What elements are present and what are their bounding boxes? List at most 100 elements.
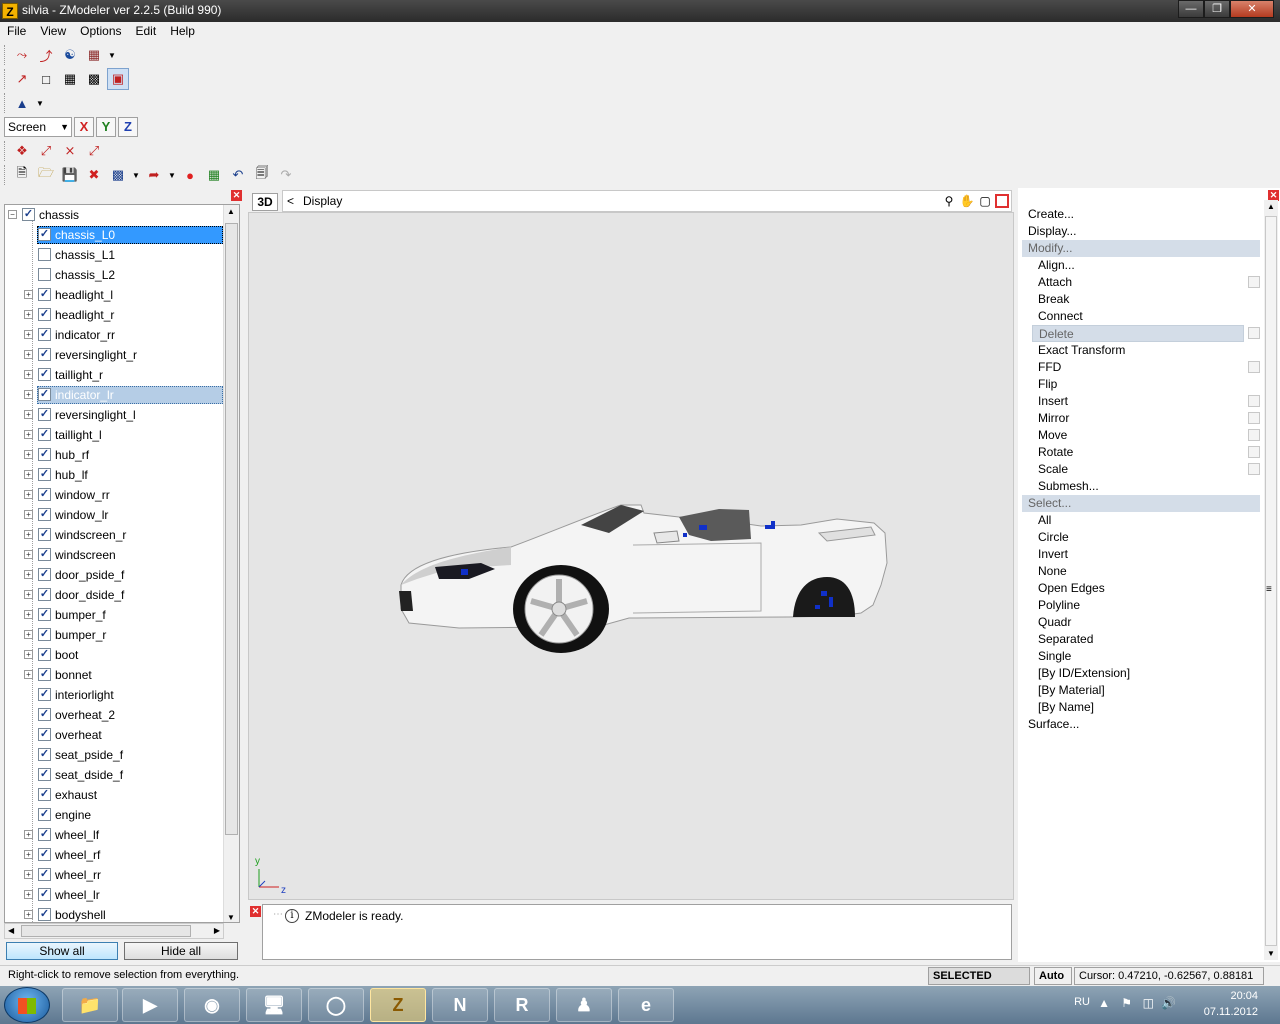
options-box-icon[interactable] (1248, 429, 1260, 441)
menu-modify[interactable]: Modify... (1022, 240, 1260, 257)
options-box-icon[interactable] (1248, 463, 1260, 475)
modify-item[interactable]: Move (1032, 427, 1244, 444)
tree-row[interactable]: + ✓ wheel_rf (5, 845, 225, 865)
rockstar-icon[interactable]: R (494, 988, 550, 1022)
expand-icon[interactable]: + (24, 450, 33, 459)
tree-row[interactable]: ✓ overheat (5, 725, 225, 745)
notes-icon[interactable]: 🗐 (251, 164, 273, 186)
tree-row[interactable]: ✓ chassis_L0 (5, 225, 225, 245)
scroll-down-icon[interactable]: ▼ (227, 913, 235, 922)
options-box-icon[interactable] (1248, 327, 1260, 339)
object-mode-icon[interactable]: ▩ (83, 68, 105, 90)
select-item[interactable]: All (1032, 512, 1244, 529)
select-item[interactable]: [By Name] (1032, 699, 1244, 716)
visibility-checkbox[interactable]: ✓ (38, 408, 51, 421)
visibility-checkbox[interactable]: ✓ (38, 708, 51, 721)
modify-item[interactable]: Submesh... (1032, 478, 1244, 495)
dropdown-arrow-icon[interactable]: ▼ (35, 92, 45, 114)
toolbar-grip[interactable] (4, 69, 7, 89)
maximize-button[interactable]: ❐ (1204, 0, 1230, 18)
zmodeler-app-icon[interactable]: Z (2, 3, 18, 19)
show-all-button[interactable]: Show all (6, 942, 118, 960)
game-icon[interactable]: ♟ (556, 988, 612, 1022)
visibility-checkbox[interactable]: ✓ (38, 568, 51, 581)
vertex-mode-icon[interactable]: ↗ (11, 68, 33, 90)
close-icon[interactable]: ✕ (250, 906, 261, 917)
tree-row[interactable]: + ✓ window_lr (5, 505, 225, 525)
expand-icon[interactable]: + (24, 650, 33, 659)
expand-icon[interactable]: + (24, 590, 33, 599)
visibility-checkbox[interactable]: ✓ (38, 668, 51, 681)
tree-row[interactable]: + ✓ wheel_lf (5, 825, 225, 845)
modify-item[interactable]: Rotate (1032, 444, 1244, 461)
modify-item[interactable]: Scale (1032, 461, 1244, 478)
tree-row[interactable]: + ✓ reversinglight_r (5, 345, 225, 365)
minimize-button[interactable]: — (1178, 0, 1204, 18)
tree-row[interactable]: ✓ engine (5, 805, 225, 825)
car-model[interactable] (249, 213, 1015, 901)
select-item[interactable]: Open Edges (1032, 580, 1244, 597)
modify-item[interactable]: Break (1032, 291, 1244, 308)
expand-icon[interactable]: + (24, 370, 33, 379)
expand-icon[interactable]: + (24, 630, 33, 639)
command-scrollbar[interactable]: ▲ ≡ ▼ (1264, 200, 1278, 960)
tree-row[interactable]: + ✓ indicator_lr (5, 385, 225, 405)
toolbar-grip[interactable] (4, 93, 7, 113)
pan-hand-icon[interactable]: ✋ (959, 193, 975, 209)
expand-icon[interactable]: + (24, 830, 33, 839)
expand-icon[interactable]: + (24, 490, 33, 499)
expand-icon[interactable]: + (24, 870, 33, 879)
visibility-checkbox[interactable]: ✓ (22, 208, 35, 221)
expand-icon[interactable]: + (24, 530, 33, 539)
maximize-viewport-icon[interactable] (995, 194, 1009, 208)
menu-select[interactable]: Select... (1022, 495, 1260, 512)
tree-row[interactable]: ✓ seat_pside_f (5, 745, 225, 765)
modify-item[interactable]: FFD (1032, 359, 1244, 376)
redo-icon[interactable]: ↷ (275, 164, 297, 186)
volume-icon[interactable]: 🔊 (1161, 996, 1176, 1010)
tree-row[interactable]: ✓ overheat_2 (5, 705, 225, 725)
modify-item[interactable]: Attach (1032, 274, 1244, 291)
select-item[interactable]: Invert (1032, 546, 1244, 563)
visibility-checkbox[interactable]: ✓ (38, 348, 51, 361)
expand-icon[interactable]: + (24, 430, 33, 439)
visibility-checkbox[interactable]: ✓ (38, 908, 51, 921)
dropdown-arrow-icon[interactable]: ▼ (107, 44, 117, 66)
start-button[interactable] (4, 987, 50, 1023)
menu-display[interactable]: Display... (1022, 223, 1260, 240)
expand-icon[interactable]: + (24, 330, 33, 339)
fit-view-icon[interactable]: ▢ (977, 193, 993, 209)
open-folder-icon[interactable]: 🗁 (35, 164, 57, 186)
scroll-thumb[interactable] (225, 223, 238, 835)
expand-icon[interactable]: + (24, 510, 33, 519)
visibility-checkbox[interactable]: ✓ (38, 468, 51, 481)
visibility-checkbox[interactable]: ✓ (38, 888, 51, 901)
modify-item[interactable]: Exact Transform (1032, 342, 1244, 359)
new-file-icon[interactable]: 🗎 (11, 164, 33, 186)
clock-date[interactable]: 07.11.2012 (1204, 1006, 1258, 1018)
scroll-right-icon[interactable]: ▶ (214, 926, 220, 935)
visibility-checkbox[interactable]: ✓ (38, 368, 51, 381)
visibility-checkbox[interactable]: ✓ (38, 688, 51, 701)
expand-icon[interactable]: + (24, 610, 33, 619)
group-icon[interactable]: ▦ (83, 44, 105, 66)
back-button[interactable]: < (287, 194, 294, 208)
expand-icon[interactable]: + (24, 310, 33, 319)
visibility-checkbox[interactable]: ✓ (38, 428, 51, 441)
modify-item[interactable]: Insert (1032, 393, 1244, 410)
select-item[interactable]: None (1032, 563, 1244, 580)
expand-icon[interactable]: + (24, 570, 33, 579)
chrome-icon[interactable]: ◉ (184, 988, 240, 1022)
media-player-icon[interactable]: ▶ (122, 988, 178, 1022)
visibility-checkbox[interactable]: ✓ (38, 768, 51, 781)
menu-edit[interactable]: Edit (129, 22, 164, 42)
clock-time[interactable]: 20:04 (1230, 990, 1258, 1002)
modify-item[interactable]: Mirror (1032, 410, 1244, 427)
polygon-mode-icon[interactable]: ▦ (59, 68, 81, 90)
toolbar-grip[interactable] (4, 141, 7, 161)
collapse-icon[interactable]: − (8, 210, 17, 219)
zoom-icon[interactable]: ⚲ (941, 193, 957, 209)
tree-row[interactable]: + ✓ bonnet (5, 665, 225, 685)
notepad-icon[interactable]: N (432, 988, 488, 1022)
menu-view[interactable]: View (33, 22, 73, 42)
